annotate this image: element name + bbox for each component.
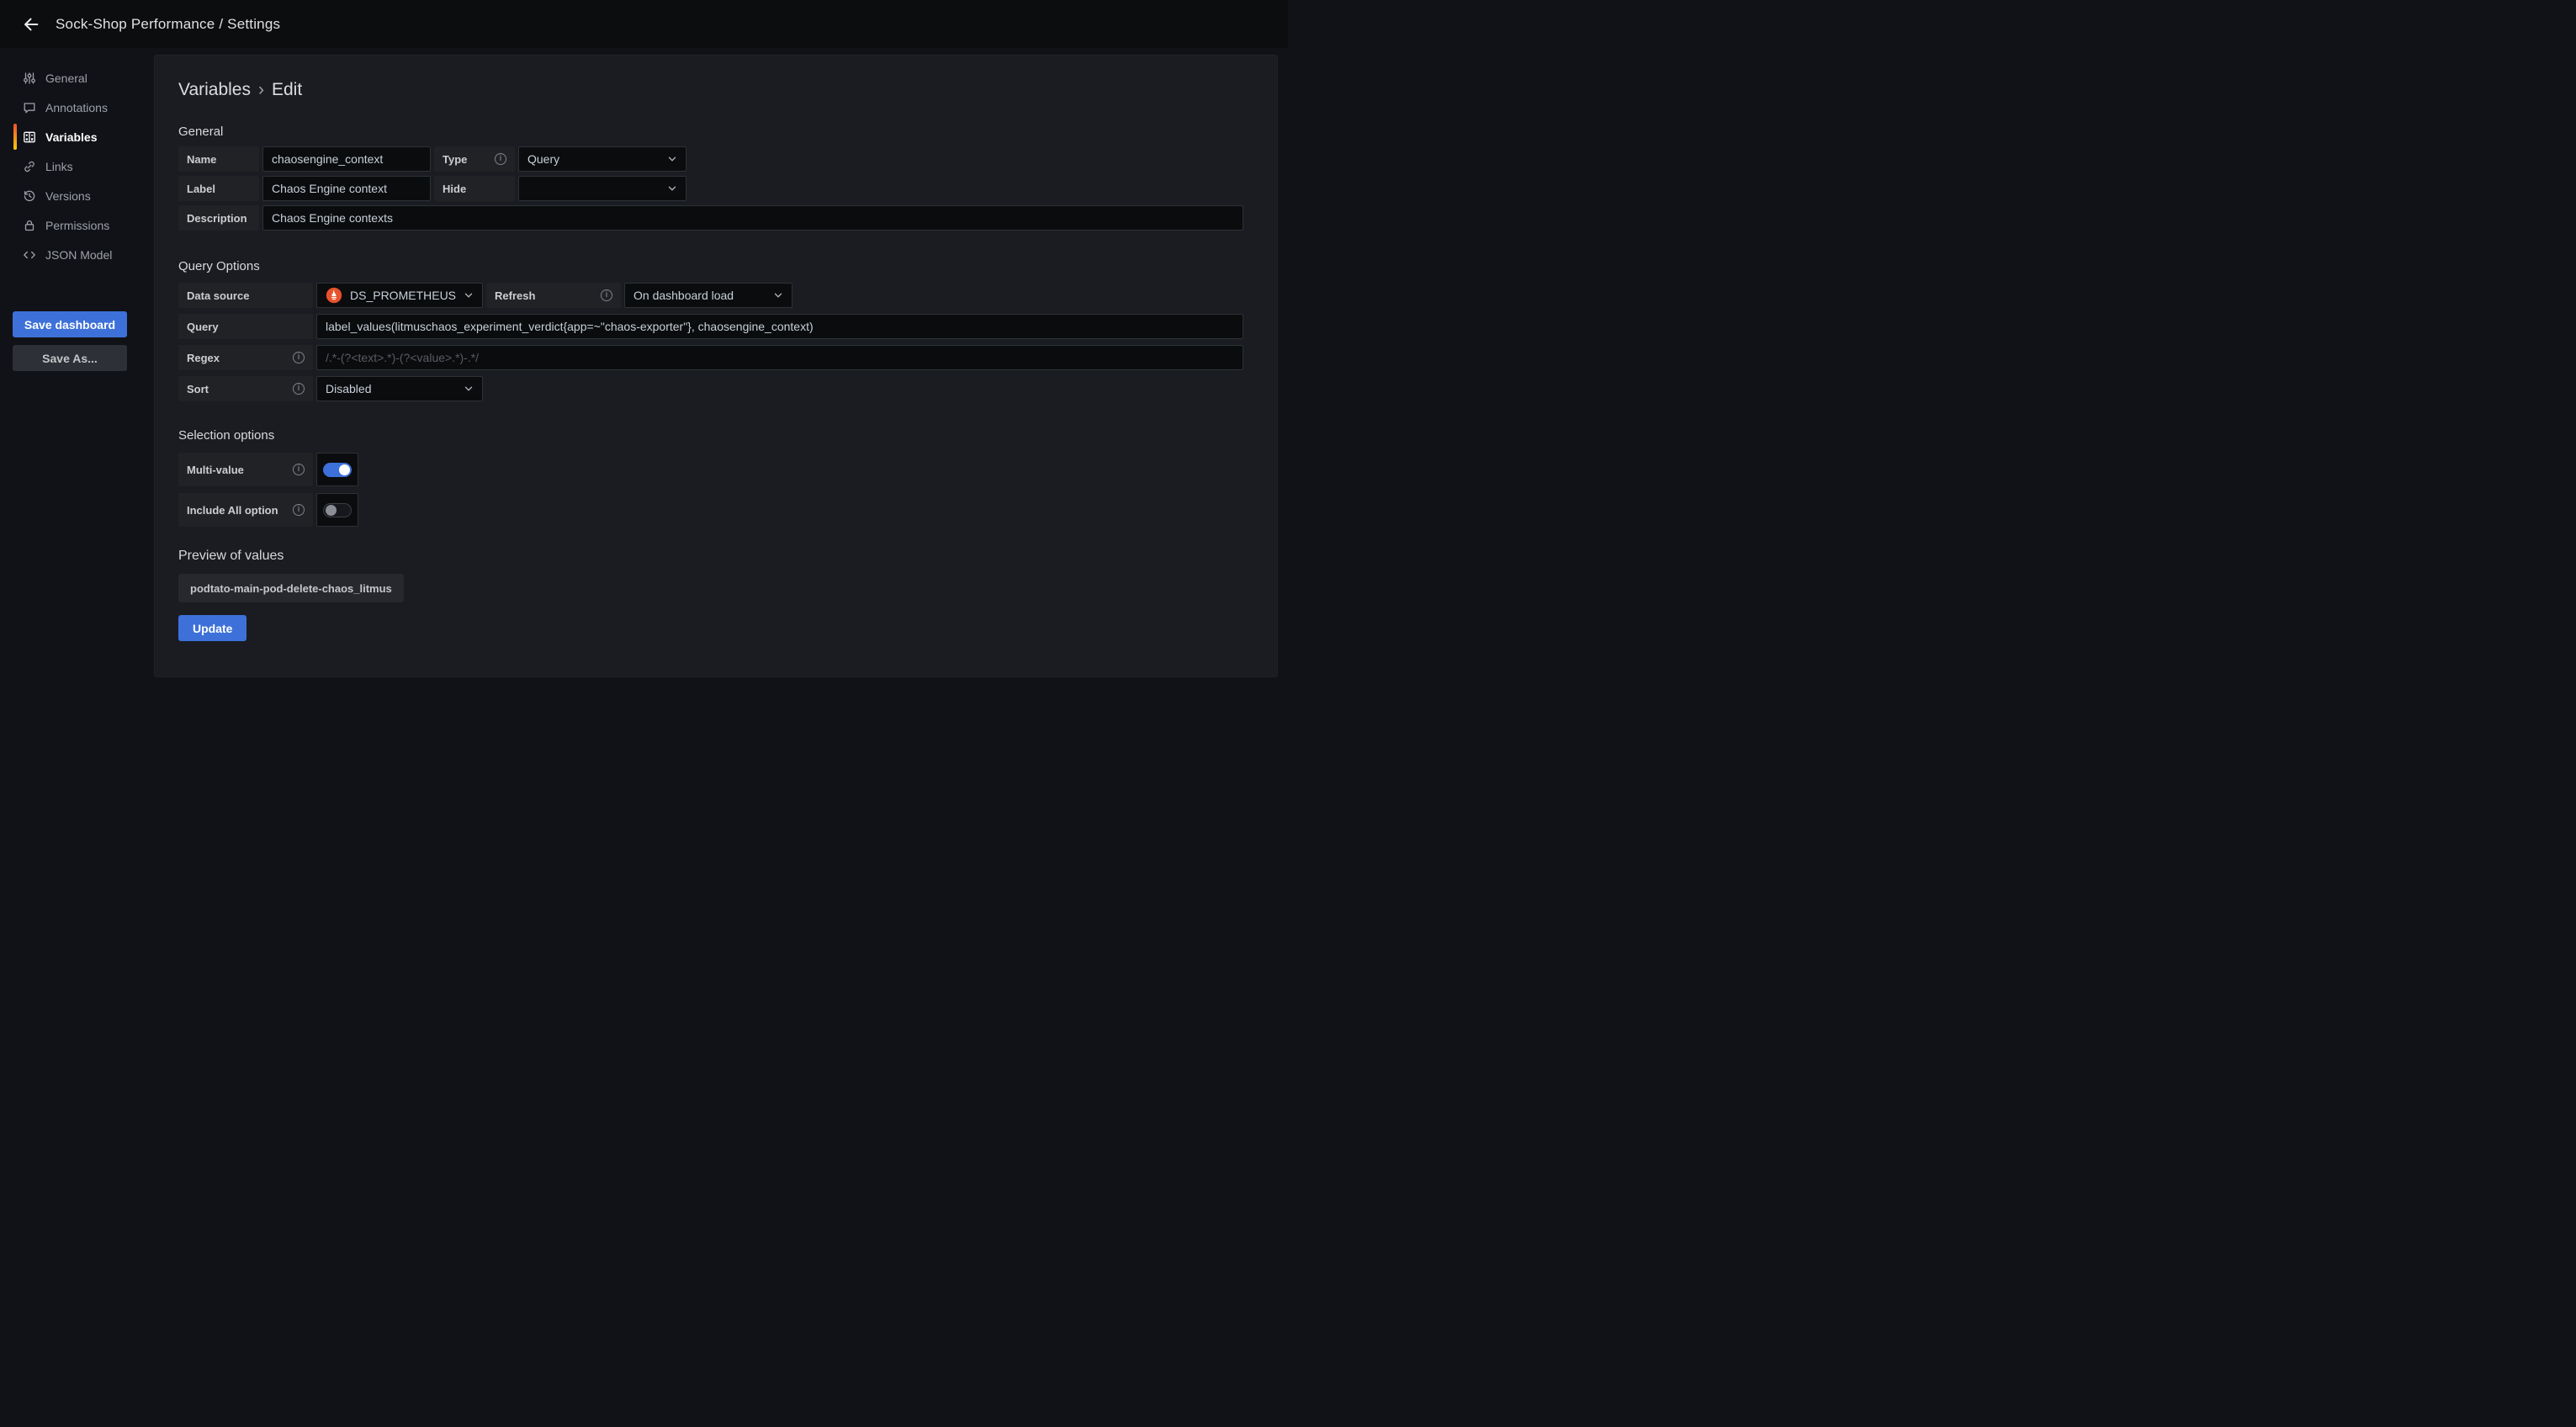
refresh-select[interactable]: On dashboard load <box>624 283 792 308</box>
regex-label: Regex i <box>178 345 313 370</box>
general-section-heading: General <box>178 125 1247 139</box>
sidebar-item-label: Permissions <box>45 219 109 232</box>
include-all-label: Include All option i <box>178 493 313 527</box>
lock-icon <box>23 219 36 232</box>
info-icon[interactable]: i <box>601 289 612 301</box>
grafana-settings-page: Sock-Shop Performance / Settings General… <box>0 0 1288 714</box>
page-title: Sock-Shop Performance / Settings <box>56 16 280 33</box>
sidebar-nav: General Annotations Variables Links Versions… <box>0 63 154 269</box>
chevron-down-icon <box>773 290 783 300</box>
code-icon <box>23 248 36 262</box>
save-dashboard-button[interactable]: Save dashboard <box>13 311 127 337</box>
multi-value-label: Multi-value i <box>178 453 313 486</box>
label-input[interactable] <box>262 176 431 201</box>
selection-options-heading: Selection options <box>178 428 1247 443</box>
sidebar-item-general[interactable]: General <box>0 63 154 93</box>
name-label: Name <box>178 146 259 172</box>
sidebar-item-label: General <box>45 72 87 85</box>
type-select[interactable]: Query <box>518 146 686 172</box>
breadcrumb-section: Variables <box>178 80 251 99</box>
update-button[interactable]: Update <box>178 615 246 641</box>
breadcrumb-page: Edit <box>272 80 302 99</box>
description-label: Description <box>178 205 259 231</box>
sidebar-item-links[interactable]: Links <box>0 151 154 181</box>
query-options-heading: Query Options <box>178 259 1247 273</box>
comment-icon <box>23 101 36 114</box>
preview-heading: Preview of values <box>178 549 1247 564</box>
chevron-down-icon <box>667 154 677 164</box>
back-button[interactable] <box>19 12 44 37</box>
sidebar-item-label: Annotations <box>45 101 108 114</box>
type-label: Type i <box>434 146 515 172</box>
sidebar-item-label: Variables <box>45 130 98 144</box>
preview-value-chip: podtato-main-pod-delete-chaos_litmus <box>178 574 404 602</box>
settings-panel: Variables › Edit General Name Type i Query <box>154 55 1278 677</box>
sidebar-item-label: Links <box>45 160 73 173</box>
top-header-bar: Sock-Shop Performance / Settings <box>0 0 1288 48</box>
arrow-left-icon <box>22 15 40 34</box>
preview-values-list: podtato-main-pod-delete-chaos_litmus <box>178 574 1247 602</box>
description-input[interactable] <box>262 205 1243 231</box>
chevron-down-icon <box>464 384 474 394</box>
chevron-down-icon <box>464 290 474 300</box>
sliders-icon <box>23 72 36 85</box>
save-as-button[interactable]: Save As... <box>13 345 127 371</box>
settings-sidebar: General Annotations Variables Links Versions… <box>0 48 154 714</box>
variables-icon <box>23 130 36 144</box>
include-all-toggle[interactable] <box>316 493 358 527</box>
sort-select[interactable]: Disabled <box>316 376 483 401</box>
info-icon[interactable]: i <box>293 352 305 363</box>
hide-label: Hide <box>434 176 515 201</box>
breadcrumb-separator: › <box>258 80 264 99</box>
label-label: Label <box>178 176 259 201</box>
multi-value-toggle[interactable] <box>316 453 358 486</box>
sidebar-item-label: Versions <box>45 189 91 203</box>
sort-label: Sort i <box>178 376 313 401</box>
info-icon[interactable]: i <box>293 504 305 516</box>
sidebar-item-annotations[interactable]: Annotations <box>0 93 154 122</box>
info-icon[interactable]: i <box>293 464 305 475</box>
sidebar-item-json-model[interactable]: JSON Model <box>0 240 154 269</box>
hide-select[interactable] <box>518 176 686 201</box>
sidebar-item-label: JSON Model <box>45 248 112 262</box>
sidebar-item-permissions[interactable]: Permissions <box>0 210 154 240</box>
data-source-label: Data source <box>178 283 313 308</box>
history-icon <box>23 189 36 203</box>
data-source-select[interactable]: DS_PROMETHEUS <box>316 283 483 308</box>
link-icon <box>23 160 36 173</box>
breadcrumb: Variables › Edit <box>178 80 1247 100</box>
chevron-down-icon <box>667 183 677 194</box>
query-label: Query <box>178 314 313 339</box>
prometheus-icon <box>326 287 342 304</box>
name-input[interactable] <box>262 146 431 172</box>
sidebar-item-versions[interactable]: Versions <box>0 181 154 210</box>
regex-input[interactable] <box>316 345 1243 370</box>
info-icon[interactable]: i <box>293 383 305 395</box>
sidebar-item-variables[interactable]: Variables <box>0 122 154 151</box>
query-input[interactable] <box>316 314 1243 339</box>
info-icon[interactable]: i <box>495 153 506 165</box>
refresh-label: Refresh i <box>486 283 621 308</box>
